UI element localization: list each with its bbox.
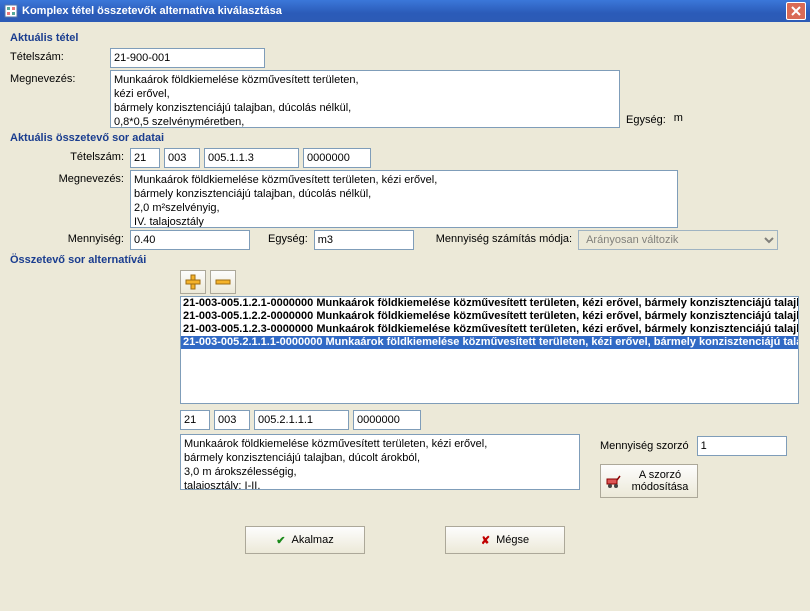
label-mennyiseg: Mennyiség: bbox=[10, 230, 130, 245]
input-alt-code-c[interactable] bbox=[254, 410, 349, 430]
app-icon bbox=[4, 4, 18, 18]
apply-button[interactable]: ✔ Akalmaz bbox=[245, 526, 365, 554]
add-button[interactable] bbox=[180, 270, 206, 294]
textarea-megnevezes[interactable] bbox=[110, 70, 620, 128]
list-item[interactable]: 21-003-005.2.1.1.1-0000000 Munkaárok föl… bbox=[181, 336, 798, 349]
input-code-a[interactable] bbox=[130, 148, 160, 168]
input-code-c[interactable] bbox=[204, 148, 299, 168]
textarea-alt-desc[interactable] bbox=[180, 434, 580, 490]
label-tetelszam: Tételszám: bbox=[10, 48, 110, 63]
section-alternativai: Összetevő sor alternatívái bbox=[10, 254, 800, 266]
section-aktualis-tetel: Aktuális tétel bbox=[10, 32, 800, 44]
remove-button[interactable] bbox=[210, 270, 236, 294]
list-item[interactable]: 21-003-005.1.2.3-0000000 Munkaárok földk… bbox=[181, 323, 798, 336]
remove-icon bbox=[215, 274, 231, 290]
label-mode: Mennyiség számítás módja: bbox=[414, 230, 578, 245]
window-title: Komplex tétel összetevők alternatíva kiv… bbox=[22, 5, 786, 17]
input-alt-code-a[interactable] bbox=[180, 410, 210, 430]
input-egyseg[interactable] bbox=[670, 108, 770, 128]
section-osszetevo-sor: Aktuális összetevő sor adatai bbox=[10, 132, 800, 144]
input-code-b[interactable] bbox=[164, 148, 200, 168]
input-egyseg2[interactable] bbox=[314, 230, 414, 250]
titlebar: Komplex tétel összetevők alternatíva kiv… bbox=[0, 0, 810, 22]
close-icon bbox=[791, 6, 801, 16]
input-mennyiseg[interactable] bbox=[130, 230, 250, 250]
cancel-button[interactable]: ✘ Mégse bbox=[445, 526, 565, 554]
label-egyseg2: Egység: bbox=[250, 230, 314, 245]
input-mult[interactable] bbox=[697, 436, 787, 456]
close-button[interactable] bbox=[786, 2, 806, 20]
check-icon: ✔ bbox=[276, 534, 285, 547]
modify-mult-button[interactable]: A szorzó módosítása bbox=[600, 464, 698, 498]
select-mode[interactable]: Arányosan változik bbox=[578, 230, 778, 250]
textarea-megnevezes2[interactable] bbox=[130, 170, 678, 228]
label-megnevezes: Megnevezés: bbox=[10, 70, 110, 85]
cart-icon bbox=[605, 472, 623, 490]
add-icon bbox=[185, 274, 201, 290]
list-item[interactable]: 21-003-005.1.2.2-0000000 Munkaárok földk… bbox=[181, 310, 798, 323]
x-icon: ✘ bbox=[481, 534, 490, 547]
input-alt-code-d[interactable] bbox=[353, 410, 421, 430]
label-megnevezes2: Megnevezés: bbox=[10, 170, 130, 185]
label-mult: Mennyiség szorzó bbox=[600, 440, 689, 452]
list-item[interactable]: 21-003-005.1.2.1-0000000 Munkaárok földk… bbox=[181, 297, 798, 310]
alternatives-list[interactable]: 21-003-005.1.2.1-0000000 Munkaárok földk… bbox=[180, 296, 799, 404]
input-code-d[interactable] bbox=[303, 148, 371, 168]
input-alt-code-b[interactable] bbox=[214, 410, 250, 430]
label-egyseg: Egység: bbox=[626, 114, 666, 128]
input-tetelszam[interactable] bbox=[110, 48, 265, 68]
label-tetelszam2: Tételszám: bbox=[10, 148, 130, 163]
